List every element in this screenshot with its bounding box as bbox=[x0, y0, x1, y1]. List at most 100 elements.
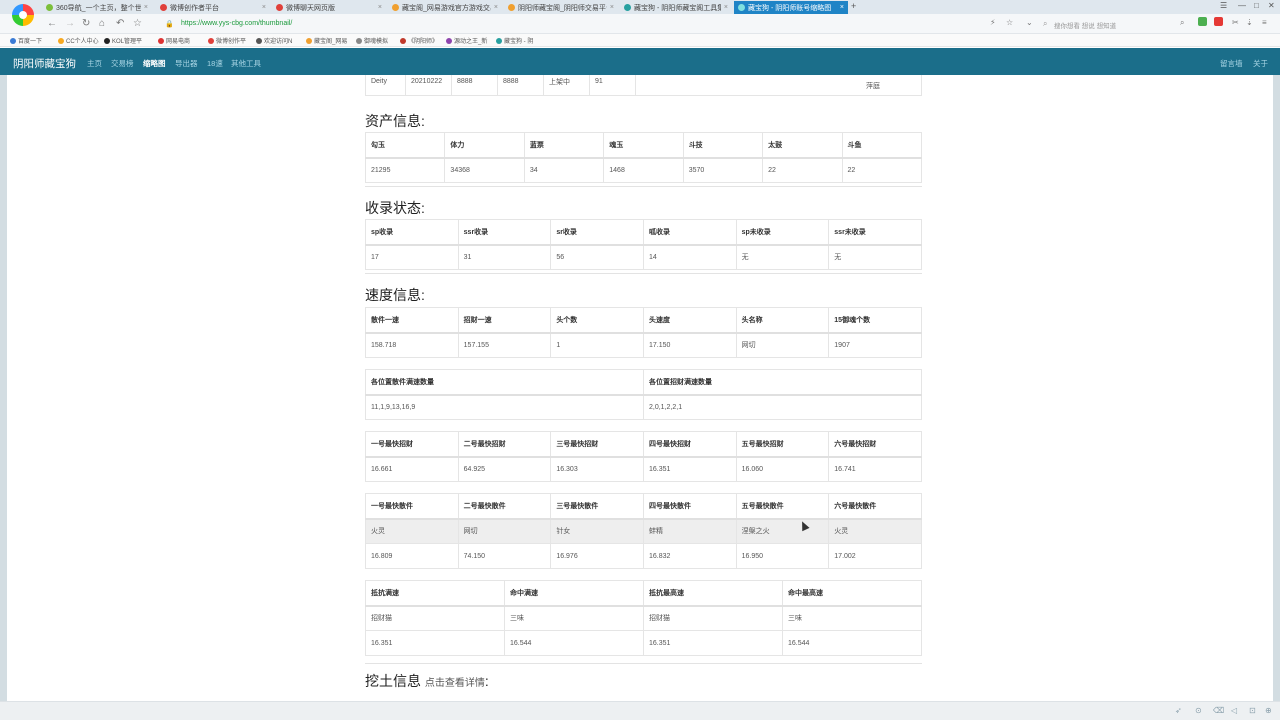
extension-game-icon[interactable] bbox=[1214, 17, 1223, 26]
tab-360-nav[interactable]: 360导航_一个主页，整个世界 × bbox=[42, 1, 152, 14]
table-header: sp收录 bbox=[365, 219, 459, 246]
tab-close-icon[interactable]: × bbox=[724, 4, 728, 11]
tab-close-icon[interactable]: × bbox=[262, 4, 266, 11]
bookmark-item[interactable]: 源动之王_新 bbox=[446, 36, 487, 45]
menu-icon[interactable]: ☰ bbox=[1220, 1, 1227, 10]
tab-close-icon[interactable]: × bbox=[144, 4, 148, 11]
bookmark-item[interactable]: KOL管理平 bbox=[104, 36, 142, 45]
nav-other-tools[interactable]: 其他工具 bbox=[231, 58, 261, 69]
nav-trade-rank[interactable]: 交易榜 bbox=[111, 58, 134, 69]
nav-message-wall[interactable]: 留言墙 bbox=[1220, 58, 1243, 69]
table-row: 16.661 64.925 16.303 16.351 16.060 16.74… bbox=[365, 456, 922, 482]
menu-more-icon[interactable]: ≡ bbox=[1262, 18, 1267, 27]
table-cell: 16.661 bbox=[365, 456, 459, 482]
bookmark-icon bbox=[306, 38, 312, 44]
table-header-row: 一号最快散件 二号最快散件 三号最快散件 四号最快散件 五号最快散件 六号最快散… bbox=[365, 493, 922, 520]
sound-icon[interactable]: ◁ bbox=[1231, 706, 1237, 715]
nav-exporter[interactable]: 导出器 bbox=[175, 58, 198, 69]
table-header: 五号最快散件 bbox=[735, 493, 830, 520]
bookmark-item[interactable]: 御魂模拟 bbox=[356, 36, 388, 45]
tab-cbg-netease[interactable]: 藏宝阁_网易游戏官方游戏交易 × bbox=[388, 1, 502, 14]
table-cell: 16.303 bbox=[550, 456, 644, 482]
table-header: 五号最快招财 bbox=[735, 431, 830, 458]
bookmark-star-icon[interactable]: ☆ bbox=[1006, 18, 1013, 27]
reload-button[interactable]: ↻ bbox=[82, 18, 90, 29]
table-header: ssr未收录 bbox=[828, 219, 922, 246]
bookmark-item[interactable]: 藏宝狗 - 阴 bbox=[496, 36, 533, 45]
table-header: 四号最快散件 bbox=[642, 493, 737, 520]
rocket-icon[interactable]: ➶ bbox=[1175, 706, 1182, 715]
tab-yys-cbg[interactable]: 阴阳师藏宝阁_阴阳师交易平台 × bbox=[504, 1, 618, 14]
tab-close-icon[interactable]: × bbox=[610, 4, 614, 11]
zoom-icon[interactable]: ⊕ bbox=[1265, 706, 1272, 715]
search-submit-icon[interactable]: ⌕ bbox=[1180, 18, 1184, 28]
page-content: Deity 20210222 8888 8888 上架中 91 萍庭 资产信息:… bbox=[7, 75, 1273, 701]
tab-close-icon[interactable]: × bbox=[378, 4, 382, 11]
divider bbox=[365, 663, 922, 664]
dig-detail-link[interactable]: 点击查看详情 bbox=[425, 678, 485, 689]
nav-home[interactable]: 主页 bbox=[87, 58, 102, 69]
table-header: 太鼓 bbox=[762, 132, 843, 159]
table-cell: 17 bbox=[365, 244, 459, 270]
table-cell: 34368 bbox=[444, 157, 525, 183]
new-tab-button[interactable]: + bbox=[851, 1, 856, 11]
site-brand[interactable]: 阴阳师藏宝狗 bbox=[13, 56, 76, 71]
minimize-icon[interactable]: — bbox=[1238, 1, 1246, 10]
table-header: 三号最快散件 bbox=[550, 493, 644, 520]
table-cell: 8888 bbox=[451, 75, 498, 96]
nav-thumbnail[interactable]: 缩略图 bbox=[143, 58, 166, 69]
table-row: 16.809 74.150 16.976 16.832 16.950 17.00… bbox=[365, 543, 922, 569]
table-cell: 22 bbox=[762, 157, 843, 183]
sanjian-speed-table: 一号最快散件 二号最快散件 三号最快散件 四号最快散件 五号最快散件 六号最快散… bbox=[365, 493, 922, 569]
nav-about[interactable]: 关于 bbox=[1253, 58, 1268, 69]
browser-logo-icon[interactable] bbox=[12, 4, 34, 26]
table-cell: 21295 bbox=[364, 157, 446, 183]
favorite-button[interactable]: ☆ bbox=[133, 18, 142, 29]
url-text: https://www.yys-cbg.com/thumbnail/ bbox=[181, 20, 293, 27]
account-basic-table: Deity 20210222 8888 8888 上架中 91 萍庭 bbox=[365, 75, 922, 96]
tab-cbg-dog-tools[interactable]: 藏宝狗 - 阴阳师藏宝阁工具集 × bbox=[620, 1, 732, 14]
bookmark-item[interactable]: 百度一下 bbox=[10, 36, 42, 45]
bookmark-item[interactable]: 微博创作平 bbox=[208, 36, 246, 45]
bookmark-item[interactable]: 藏宝阁_网易 bbox=[306, 36, 347, 45]
table-cell: 16.060 bbox=[735, 456, 830, 482]
tab-close-icon[interactable]: × bbox=[840, 4, 844, 11]
forward-button[interactable]: → bbox=[65, 18, 75, 29]
table-cell: 16.351 bbox=[643, 630, 783, 656]
fullscreen-icon[interactable]: ⊡ bbox=[1249, 706, 1256, 715]
tab-close-icon[interactable]: × bbox=[494, 4, 498, 11]
table-cell: 涅槃之火 bbox=[735, 518, 830, 544]
scissors-icon[interactable]: ✂ bbox=[1232, 18, 1239, 27]
bookmark-item[interactable]: 欢迎访问N bbox=[256, 36, 292, 45]
table-cell: 56 bbox=[550, 244, 644, 270]
close-window-icon[interactable]: ✕ bbox=[1268, 1, 1275, 10]
table-cell: 上架中 bbox=[543, 75, 590, 96]
url-input[interactable]: 🔒 https://www.yys-cbg.com/thumbnail/ bbox=[155, 17, 985, 31]
bookmark-icon bbox=[400, 38, 406, 44]
download-icon[interactable]: ⇣ bbox=[1246, 18, 1253, 27]
tab-weibo-chat[interactable]: 微博聊天网页版 × bbox=[272, 1, 386, 14]
tab-cbg-dog-thumbnail[interactable]: 藏宝狗 - 阴阳师账号缩略图 × bbox=[734, 1, 848, 14]
tab-weibo-creator[interactable]: 微博创作者平台 × bbox=[156, 1, 270, 14]
right-scrollbar[interactable] bbox=[1273, 75, 1280, 701]
table-cell: 8888 bbox=[497, 75, 544, 96]
table-header: 勾玉 bbox=[364, 132, 446, 159]
trash-icon[interactable]: ⌫ bbox=[1213, 706, 1224, 715]
table-row: 158.718 157.155 1 17.150 网切 1907 bbox=[365, 332, 922, 358]
nav-18speed[interactable]: 18速 bbox=[207, 58, 223, 69]
bookmark-item[interactable]: 《阴阳师》 bbox=[400, 36, 438, 45]
table-header: 抵抗最高速 bbox=[643, 580, 783, 607]
undo-close-button[interactable]: ↶ bbox=[116, 18, 124, 29]
dropdown-icon[interactable]: ⌄ bbox=[1026, 18, 1033, 27]
lightning-icon[interactable]: ⚡ bbox=[990, 18, 996, 27]
maximize-icon[interactable]: □ bbox=[1254, 1, 1259, 10]
extension-grid-icon[interactable] bbox=[1198, 17, 1207, 26]
bookmark-item[interactable]: 网易电商 bbox=[158, 36, 190, 45]
tab-bar: 360导航_一个主页，整个世界 × 微博创作者平台 × 微博聊天网页版 × 藏宝阁_网… bbox=[0, 0, 1280, 26]
search-input[interactable]: ⌕ 搜你想看 想说 想知道 bbox=[1040, 17, 1170, 31]
pin-icon[interactable]: ⊙ bbox=[1195, 706, 1202, 715]
back-button[interactable]: ← bbox=[47, 18, 57, 29]
bookmark-item[interactable]: CC个人中心 bbox=[58, 36, 99, 45]
table-header-row: 抵抗满速 命中满速 抵抗最高速 命中最高速 bbox=[365, 580, 922, 607]
home-button[interactable]: ⌂ bbox=[99, 18, 105, 29]
